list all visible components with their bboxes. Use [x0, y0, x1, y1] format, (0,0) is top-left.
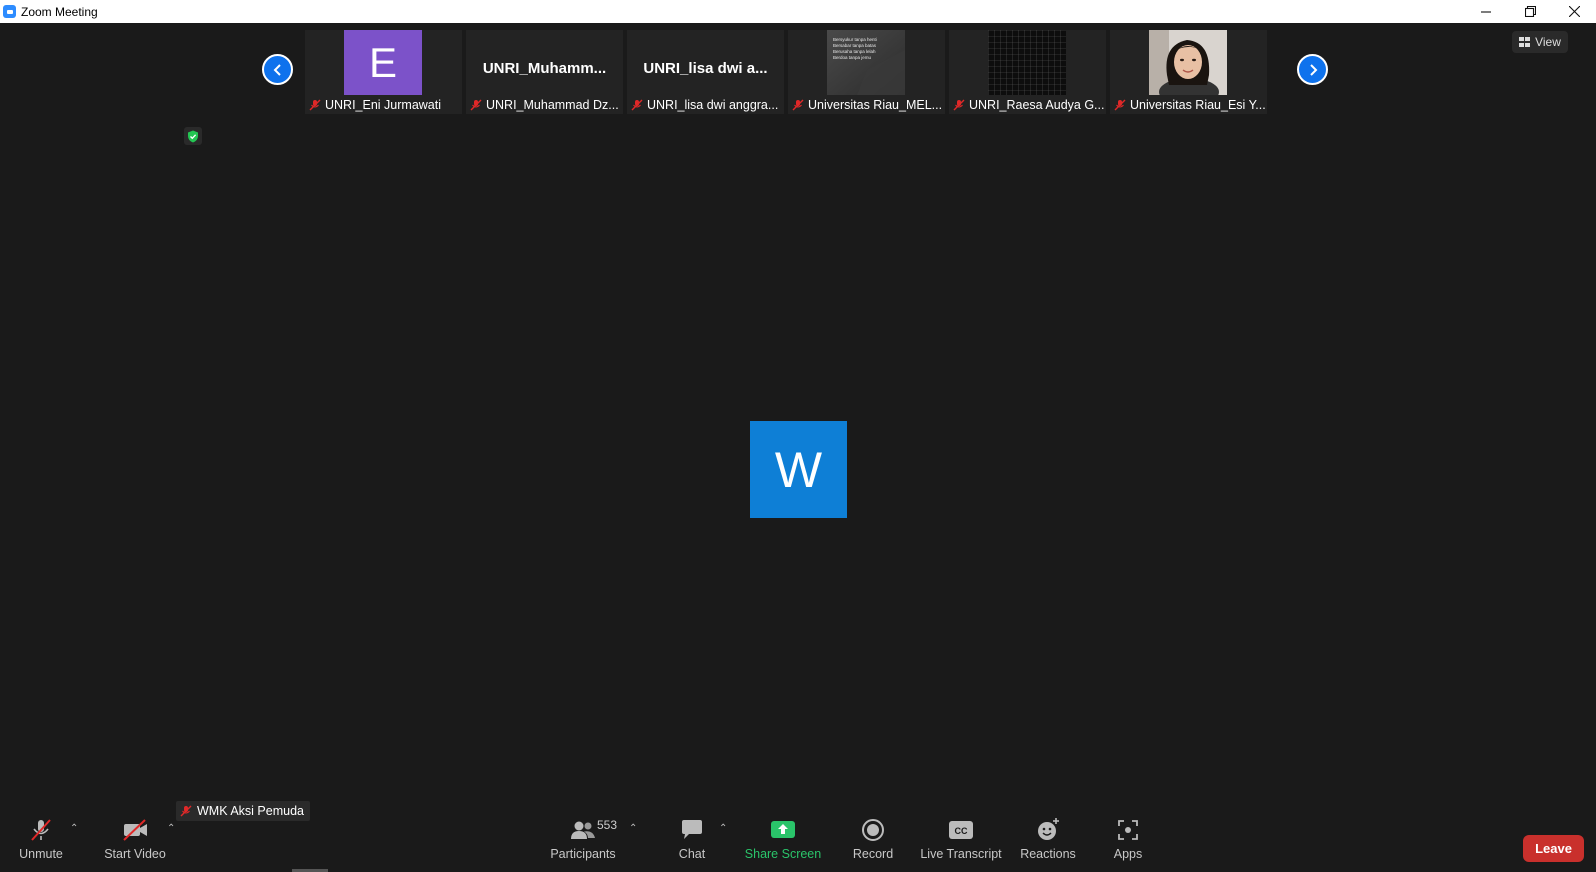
participants-options-caret[interactable]: ⌃: [629, 823, 637, 834]
zoom-app-icon: [3, 5, 16, 18]
title-bar: Zoom Meeting: [0, 0, 1596, 23]
mic-muted-icon: [792, 99, 804, 111]
participant-strip: E UNRI_Eni Jurmawati UNRI_Muhamm... UNRI…: [305, 30, 1267, 114]
participant-label: UNRI_lisa dwi anggra...: [627, 96, 784, 114]
participant-name: UNRI_Raesa Audya G...: [969, 98, 1105, 112]
participant-display-name: UNRI_Muhamm...: [482, 60, 607, 77]
start-video-button[interactable]: Start Video: [104, 815, 166, 861]
participant-tile[interactable]: Universitas Riau_Esi Y...: [1110, 30, 1267, 114]
photo-caption-line: Berusaha tanpa lelah: [833, 49, 876, 54]
participants-label: Participants: [550, 847, 616, 861]
record-icon: [862, 819, 884, 841]
mic-muted-icon: [953, 99, 965, 111]
reactions-label: Reactions: [1020, 847, 1076, 861]
apps-button[interactable]: Apps: [1113, 815, 1143, 861]
grid-view-icon: [1519, 37, 1531, 47]
participant-label: Universitas Riau_Esi Y...: [1110, 96, 1267, 114]
mic-muted-icon: [1114, 99, 1126, 111]
participant-name: UNRI_lisa dwi anggra...: [647, 98, 779, 112]
live-transcript-button[interactable]: CC Live Transcript: [920, 815, 1002, 861]
minimize-icon: [1481, 10, 1491, 13]
view-button[interactable]: View: [1512, 31, 1568, 53]
reactions-icon: [1038, 818, 1059, 840]
video-camera-off-icon: [123, 819, 147, 841]
meeting-toolbar: Unmute ⌃ Start Video ⌃ Participants 553 …: [0, 815, 1596, 872]
chat-bubble-icon: [682, 820, 702, 839]
close-icon: [1568, 6, 1580, 17]
main-speaker-avatar: W: [750, 421, 847, 518]
participant-label: UNRI_Muhammad Dz...: [466, 96, 623, 114]
participant-tile[interactable]: UNRI_Muhamm... UNRI_Muhammad Dz...: [466, 30, 623, 114]
restore-button[interactable]: [1508, 0, 1552, 23]
mic-muted-icon: [631, 99, 643, 111]
share-screen-icon: [771, 821, 795, 838]
microphone-muted-icon: [31, 819, 51, 841]
chevron-left-icon: [273, 63, 281, 76]
apps-label: Apps: [1113, 847, 1143, 861]
participant-name: Universitas Riau_Esi Y...: [1130, 98, 1266, 112]
leave-button[interactable]: Leave: [1523, 835, 1584, 862]
reactions-button[interactable]: Reactions: [1020, 815, 1076, 861]
closed-captions-icon: CC: [949, 821, 973, 839]
share-screen-button[interactable]: Share Screen: [744, 815, 822, 861]
audio-options-caret[interactable]: ⌃: [70, 823, 78, 834]
participant-label: Universitas Riau_MEL...: [788, 96, 945, 114]
record-label: Record: [852, 847, 894, 861]
participant-photo: [988, 30, 1066, 95]
shield-icon: [188, 130, 198, 142]
share-screen-label: Share Screen: [744, 847, 822, 861]
participant-display-name: UNRI_lisa dwi a...: [643, 60, 768, 77]
start-video-label: Start Video: [104, 847, 166, 861]
photo-caption-line: Bersabar tanpa batas: [833, 43, 877, 48]
participant-photo: Bersyukur tanpa henti Bersabar tanpa bat…: [827, 30, 905, 95]
participant-name: UNRI_Eni Jurmawati: [325, 98, 442, 112]
gallery-prev-button[interactable]: [262, 54, 293, 85]
restore-icon: [1524, 6, 1536, 17]
gallery-next-button[interactable]: [1297, 54, 1328, 85]
chevron-right-icon: [1309, 63, 1317, 76]
encryption-indicator[interactable]: [184, 127, 202, 145]
record-button[interactable]: Record: [853, 815, 893, 861]
view-label: View: [1535, 35, 1561, 49]
participant-photo: [1149, 30, 1227, 95]
window-title: Zoom Meeting: [21, 4, 98, 19]
live-transcript-label: Live Transcript: [920, 847, 1002, 861]
mic-muted-icon: [470, 99, 482, 111]
photo-caption-line: Berdoa tanpa jemu: [833, 55, 872, 60]
participant-label: UNRI_Eni Jurmawati: [305, 96, 462, 114]
participant-tile[interactable]: Bersyukur tanpa henti Bersabar tanpa bat…: [788, 30, 945, 114]
participant-name: UNRI_Muhammad Dz...: [486, 98, 619, 112]
participant-tile[interactable]: E UNRI_Eni Jurmawati: [305, 30, 462, 114]
video-options-caret[interactable]: ⌃: [167, 823, 175, 834]
participant-tile[interactable]: UNRI_lisa dwi a... UNRI_lisa dwi anggra.…: [627, 30, 784, 114]
svg-text:CC: CC: [955, 826, 968, 836]
minimize-button[interactable]: [1464, 0, 1508, 23]
participant-name: Universitas Riau_MEL...: [808, 98, 943, 112]
chat-label: Chat: [678, 847, 706, 861]
participant-tile[interactable]: UNRI_Raesa Audya G...: [949, 30, 1106, 114]
chat-options-caret[interactable]: ⌃: [719, 823, 727, 834]
unmute-label: Unmute: [19, 847, 63, 861]
unmute-button[interactable]: Unmute: [18, 815, 64, 861]
apps-icon: [1118, 820, 1138, 840]
photo-caption-line: Bersyukur tanpa henti: [833, 37, 877, 42]
close-button[interactable]: [1552, 0, 1596, 23]
participants-icon: [571, 821, 595, 839]
participant-count: 553: [597, 818, 618, 832]
mic-muted-icon: [309, 99, 321, 111]
participant-avatar: E: [344, 30, 422, 95]
chat-button[interactable]: Chat: [677, 815, 707, 861]
participant-label: UNRI_Raesa Audya G...: [949, 96, 1106, 114]
